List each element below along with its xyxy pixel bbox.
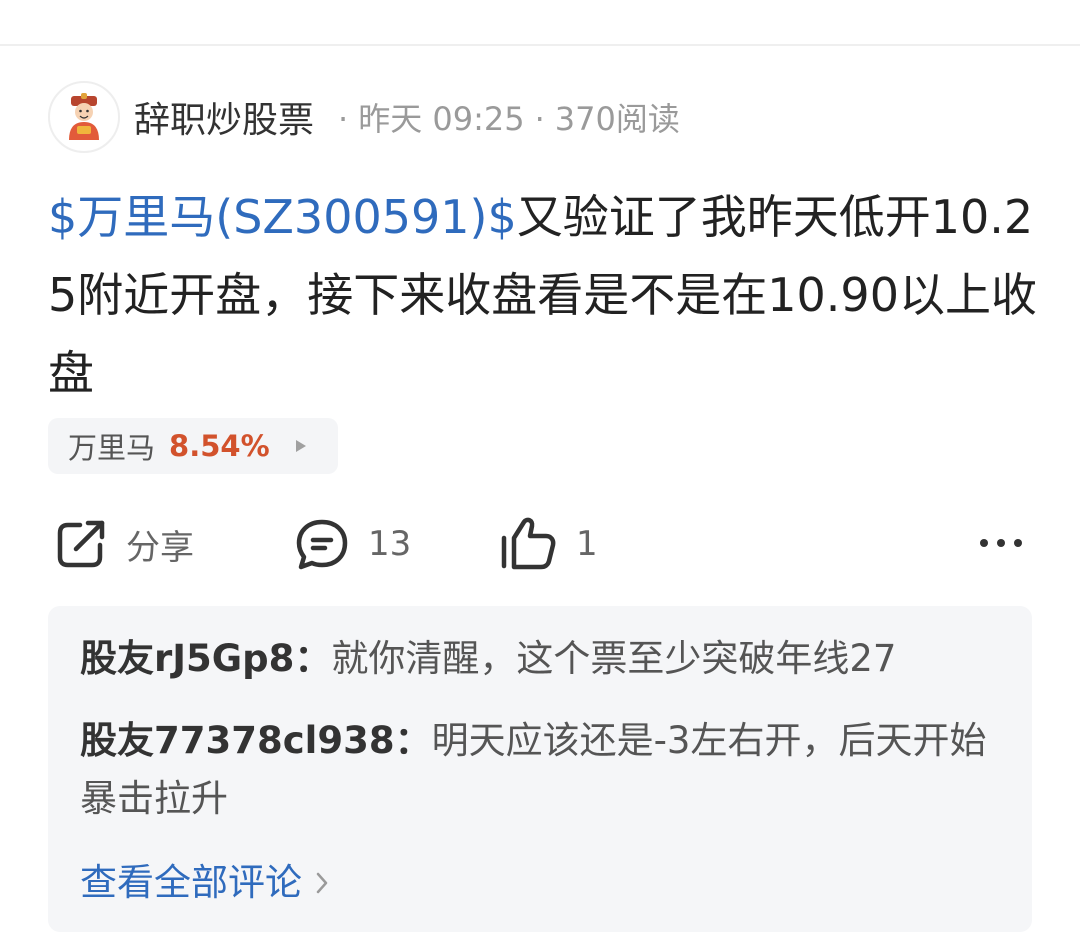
stock-chip[interactable]: 万里马 8.54% [48,418,338,474]
post-meta: · 昨天 09:25 · 370阅读 [328,94,680,140]
play-triangle-icon [295,440,306,452]
top-divider [0,44,1080,46]
post-body: $万里马(SZ300591)$又验证了我昨天低开10.25附近开盘，接下来收盘看… [48,178,1038,412]
share-icon [57,520,105,568]
comment-bubble-icon [296,519,348,570]
like-count: 1 [576,524,598,564]
share-button[interactable]: 分享 [54,516,194,572]
comment-item[interactable]: 股友rJ5Gp8：就你清醒，这个票至少突破年线27 [80,630,1000,688]
chevron-right-icon [316,872,328,894]
comment-count: 13 [368,524,412,564]
author-name[interactable]: 辞职炒股票 [134,91,314,143]
post-time: 昨天 09:25 [358,100,525,138]
separator-dot: · [534,100,545,138]
post-header: 辞职炒股票 · 昨天 09:25 · 370阅读 [48,80,680,154]
view-all-comments-link[interactable]: 查看全部评论 [80,856,330,910]
avatar[interactable] [48,81,120,153]
stock-link[interactable]: $万里马(SZ300591)$ [48,190,517,244]
avatar-icon [69,93,99,140]
view-all-label: 查看全部评论 [80,861,302,904]
stock-chip-name: 万里马 [68,431,156,465]
more-icon[interactable] [976,528,1026,558]
share-label: 分享 [126,527,194,568]
comment-item[interactable]: 股友77378cl938：明天应该还是-3左右开，后天开始暴击拉升 [80,712,1000,828]
comment-user[interactable]: 股友77378cl938： [80,719,432,762]
comment-text: 就你清醒，这个票至少突破年线27 [331,637,897,680]
stock-chip-change: 8.54% [169,429,270,463]
comments-preview: 股友rJ5Gp8：就你清醒，这个票至少突破年线27 股友77378cl938：明… [48,606,1032,932]
read-count: 370阅读 [554,100,680,138]
comment-user[interactable]: 股友rJ5Gp8： [80,637,331,680]
thumbs-up-icon [501,517,556,570]
separator-dot: · [338,100,349,138]
comment-button[interactable]: 13 [294,516,411,572]
like-button[interactable]: 1 [500,516,598,572]
